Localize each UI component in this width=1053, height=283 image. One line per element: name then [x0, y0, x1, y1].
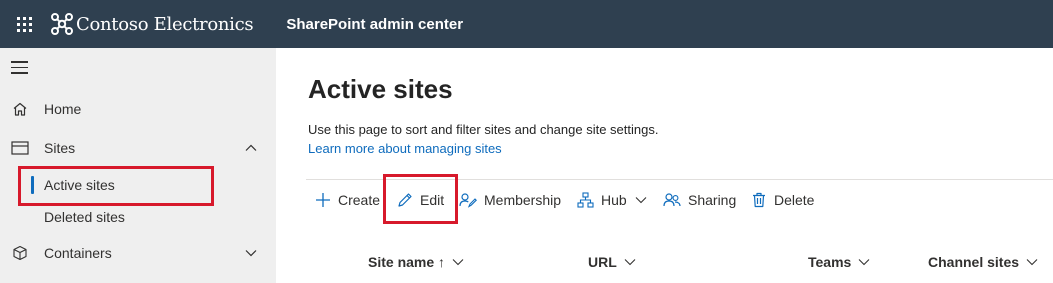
column-label-site-name: Site name ↑ [368, 254, 446, 270]
sharing-button[interactable]: Sharing [663, 188, 736, 212]
home-icon [11, 100, 29, 118]
contoso-logo-icon [51, 13, 73, 35]
column-header-site-name[interactable]: Site name ↑ [368, 253, 465, 271]
hamburger-icon [11, 61, 28, 63]
highlight-box-edit [383, 174, 458, 224]
delete-button[interactable]: Delete [751, 188, 814, 212]
nav-label-sites: Sites [44, 140, 76, 156]
column-header-teams[interactable]: Teams [808, 253, 871, 271]
brand[interactable]: Contoso Electronics [50, 0, 254, 48]
column-label-channel-sites: Channel sites [928, 254, 1020, 270]
create-button[interactable]: Create [315, 188, 380, 212]
containers-icon [11, 244, 29, 262]
chevron-down-icon [635, 197, 647, 204]
chevron-down-icon [1026, 259, 1038, 266]
nav-item-deleted-sites[interactable]: Deleted sites [0, 202, 276, 232]
hub-icon [577, 192, 594, 208]
column-label-teams: Teams [808, 254, 852, 270]
column-label-url: URL [588, 254, 617, 270]
top-bar: Contoso Electronics SharePoint admin cen… [0, 0, 1053, 48]
page-title: Active sites [308, 74, 453, 104]
membership-label: Membership [484, 192, 562, 208]
nav-label-containers: Containers [44, 245, 112, 261]
chevron-down-icon [452, 259, 464, 266]
waffle-icon [16, 16, 32, 32]
chevron-down-icon[interactable] [244, 246, 258, 260]
brand-name: Contoso Electronics [76, 13, 254, 35]
nav-label-home: Home [44, 101, 82, 117]
nav-item-sites[interactable]: Sites [0, 132, 276, 164]
hub-label: Hub [601, 192, 627, 208]
membership-icon [459, 193, 477, 208]
trash-icon [753, 192, 765, 208]
plus-icon [316, 193, 330, 207]
page-description: Use this page to sort and filter sites a… [308, 122, 659, 137]
chevron-down-icon [858, 259, 870, 266]
app-launcher-button[interactable] [0, 0, 48, 48]
nav-item-containers[interactable]: Containers [0, 237, 276, 269]
create-label: Create [338, 192, 381, 208]
hub-button[interactable]: Hub [577, 188, 648, 212]
nav-item-home[interactable]: Home [0, 93, 276, 125]
delete-label: Delete [774, 192, 815, 208]
chevron-up-icon[interactable] [244, 141, 258, 155]
column-header-url[interactable]: URL [588, 253, 637, 271]
sharing-icon [663, 193, 681, 207]
collapse-navigation-button[interactable] [11, 61, 28, 75]
sharing-label: Sharing [688, 192, 737, 208]
app-name[interactable]: SharePoint admin center [286, 16, 463, 33]
learn-more-link[interactable]: Learn more about managing sites [308, 141, 502, 156]
highlight-box-active-sites [18, 166, 214, 206]
sites-icon [11, 139, 29, 157]
column-header-channel-sites[interactable]: Channel sites [928, 253, 1039, 271]
chevron-down-icon [624, 259, 636, 266]
nav-label-deleted-sites: Deleted sites [44, 209, 125, 225]
membership-button[interactable]: Membership [459, 188, 561, 212]
